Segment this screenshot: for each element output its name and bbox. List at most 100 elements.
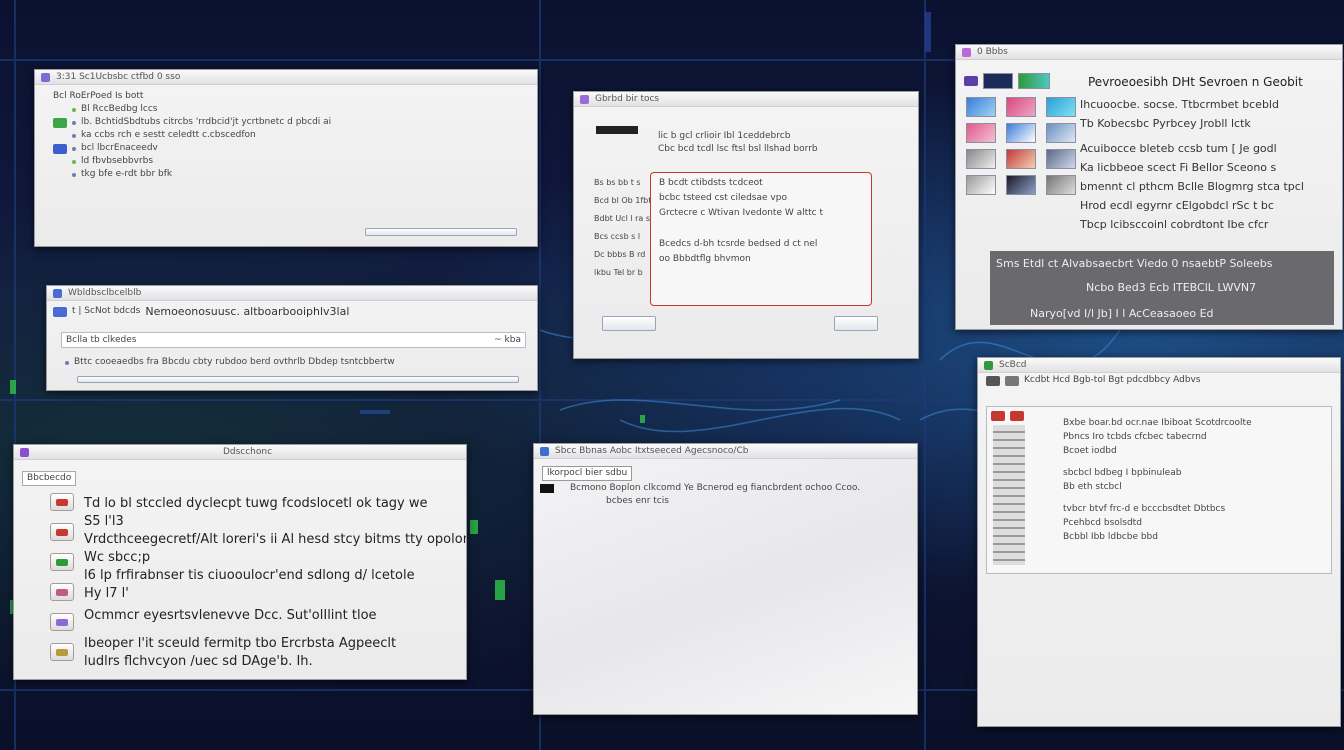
folder-icon <box>53 306 67 317</box>
scroll-bar[interactable] <box>365 228 517 236</box>
search-label: Bclla tb clkedes <box>66 334 137 345</box>
category-tag[interactable]: Bbcbecdo <box>22 471 77 486</box>
red-icon <box>991 411 1005 421</box>
thumbnail[interactable] <box>1006 123 1036 143</box>
titlebar: 3:31 Sc1Ucbsbc ctfbd 0 sso <box>35 70 537 85</box>
thumbnail[interactable] <box>1046 97 1076 117</box>
thumbnail[interactable] <box>966 175 996 195</box>
thumbnail[interactable] <box>1006 175 1036 195</box>
titlebar: Wbldbsclbcelblb <box>47 286 537 301</box>
app-icon <box>540 446 549 456</box>
status-panel: Sms Etdl ct Alvabsaecbrt Viedo 0 nsaebtP… <box>990 251 1334 325</box>
options-window: Ddscchonc Bbcbecdo Td lo bl stccled dycl… <box>13 444 467 680</box>
toolbar-thumbnail <box>983 73 1013 89</box>
thumbnail[interactable] <box>1046 175 1076 195</box>
search-dropdown[interactable]: ~ kba <box>494 334 521 347</box>
tool-icon[interactable] <box>986 375 1000 386</box>
list-item: Hrod ecdl egyrnr cElgobdcl rSc t bc <box>1080 199 1274 212</box>
app-icon <box>53 288 62 298</box>
side-label: Bs bs bb t s <box>594 178 641 187</box>
titlebar: Gbrbd bir tocs <box>574 92 918 107</box>
thumbnail[interactable] <box>966 97 996 117</box>
bullet-icon <box>72 107 76 112</box>
blue-folder-icon <box>53 143 67 154</box>
document-red-icon <box>50 523 74 541</box>
window-title: 3:31 Sc1Ucbsbc ctfbd 0 sso <box>56 72 181 82</box>
bullet-icon <box>72 172 76 177</box>
detail-line: sbcbcl bdbeg I bpbinuleab <box>1063 468 1182 478</box>
red-icon <box>1010 411 1024 421</box>
path-label: t | ScNot bdcds <box>72 306 141 316</box>
text-line: Grctecre c Wtivan Ivedonte W alttc t <box>659 208 824 218</box>
option-line: S5 l'l3 <box>84 514 124 529</box>
window-title: Gbrbd bir tocs <box>595 94 660 104</box>
thumbnail-grid <box>966 97 1080 195</box>
note-line: Bcmono Boplon clkcomd Ye Bcnerod eg fian… <box>570 483 861 493</box>
media-library-window: 0 Bbbs Pevroeoesibh DHt Sevroen n Geobit… <box>955 44 1343 330</box>
header-text: Pevroeoesibh DHt Sevroen n Geobit <box>1088 75 1303 89</box>
thumbnail[interactable] <box>1006 149 1036 169</box>
app-icon <box>20 447 29 457</box>
pink-panel-icon <box>50 583 74 601</box>
note-line: bcbes enr tcis <box>606 496 669 506</box>
tool-icon[interactable] <box>1005 375 1019 386</box>
list-item: Acuibocce bleteb ccsb tum [ Je godl <box>1080 142 1277 155</box>
bullet-icon <box>72 159 76 164</box>
search-window: Wbldbsclbcelblb t | ScNot bdcds Nemoeono… <box>46 285 538 391</box>
app-icon <box>984 360 993 370</box>
search-field[interactable]: Bclla tb clkedes ~ kba <box>61 332 526 348</box>
list-item: bcl lbcrEnaceedv <box>81 143 158 153</box>
scroll-bar[interactable] <box>77 376 519 383</box>
status-line: Naryo[vd I/l Jb] I l AcCeasaoeo Ed <box>1030 307 1214 320</box>
notes-window: Sbcc Bbnas Aobc Itxtseeced Agecsnoco/Cb … <box>533 443 918 715</box>
titlebar: 0 Bbbs <box>956 45 1342 60</box>
thumbnail[interactable] <box>966 149 996 169</box>
titlebar: ScBcd <box>978 358 1340 373</box>
option-line: Hy l7 l' <box>84 586 129 601</box>
green-panel-icon <box>50 553 74 571</box>
detail-line: Bb eth stcbcl <box>1063 482 1122 492</box>
option-line: ludlrs flchvcyon /uec sd DAge'b. Ih. <box>84 654 313 669</box>
list-item: Ihcuoocbe. socse. Ttbcrmbet bcebld <box>1080 98 1279 111</box>
option-line: Ocmmcr eyesrtsvlenevve Dcc. Sut'olIlint … <box>84 608 377 623</box>
option-line: Wc sbcc;p <box>84 550 151 565</box>
side-label: Bcs ccsb s l <box>594 232 641 241</box>
green-file-icon <box>53 117 67 128</box>
status-line: Ncbo Bed3 Ecb ITEBClL LWVN7 <box>1086 281 1257 294</box>
window-title: Wbldbsclbcelblb <box>68 288 142 298</box>
detail-line: Bcoet iodbd <box>1063 446 1117 456</box>
black-block-icon <box>540 484 554 493</box>
titlebar: Sbcc Bbnas Aobc Itxtseeced Agecsnoco/Cb <box>534 444 917 459</box>
side-label: Bcd bl Ob 1fbt <box>594 196 652 205</box>
detail-line: Bxbe boar.bd ocr.nae Ibiboat Scotdrcoolt… <box>1063 418 1252 428</box>
tab-active[interactable]: lkorpocl bier sdbu <box>542 466 633 481</box>
option-line: Td lo bl stccled dyclecpt tuwg fcodsloce… <box>84 496 428 511</box>
gold-panel-icon <box>50 643 74 661</box>
side-label: Bdbt Ucl l ra s <box>594 214 651 223</box>
option-line: Ibeoper l'it sceuld fermitp tbo Ercrbsta… <box>84 636 397 651</box>
text-line: Cbc bcd tcdl lsc ftsl bsl llshad borrb <box>658 144 818 154</box>
thumbnail[interactable] <box>966 123 996 143</box>
text-line: lic b gcl crlioir Ibl 1ceddebrcb <box>658 131 791 141</box>
list-item: ka ccbs rch e sestt celedtt c.cbscedfon <box>81 130 256 140</box>
bullet-icon <box>72 120 76 125</box>
toolbar-thumbnail <box>1018 73 1050 89</box>
editor-window-center: Gbrbd bir tocs lic b gcl crlioir Ibl 1ce… <box>573 91 919 359</box>
ok-button[interactable] <box>834 316 878 331</box>
bullet-icon <box>65 360 69 365</box>
app-icon <box>41 72 50 82</box>
detail-line: Bcbbl Ibb ldbcbe bbd <box>1063 532 1158 542</box>
app-icon <box>580 94 589 104</box>
thumbnail[interactable] <box>1046 149 1076 169</box>
list-item: Ka licbbeoe scect Fi Bellor Sceono s <box>1080 161 1277 174</box>
text-line: oo Bbbdtflg bhvmon <box>659 254 751 264</box>
thumbnail[interactable] <box>1006 97 1036 117</box>
document-red-icon <box>50 493 74 511</box>
thumbnail[interactable] <box>1046 123 1076 143</box>
list-item: Tbcp lcibsccoinl cobrdtont Ibe cfcr <box>1080 218 1269 231</box>
cancel-button[interactable] <box>602 316 656 331</box>
option-line: Vrdcthceegecretf/Alt loreri's ii Al hesd… <box>84 532 467 547</box>
content-panel: B bcdt ctibdsts tcdceot bcbc tsteed cst … <box>650 172 872 306</box>
detail-line: tvbcr btvf frc-d e bcccbsdtet Dbtbcs <box>1063 504 1226 514</box>
list-item: bmennt cl pthcm Bclle Blogmrg stca tpcl <box>1080 180 1304 193</box>
